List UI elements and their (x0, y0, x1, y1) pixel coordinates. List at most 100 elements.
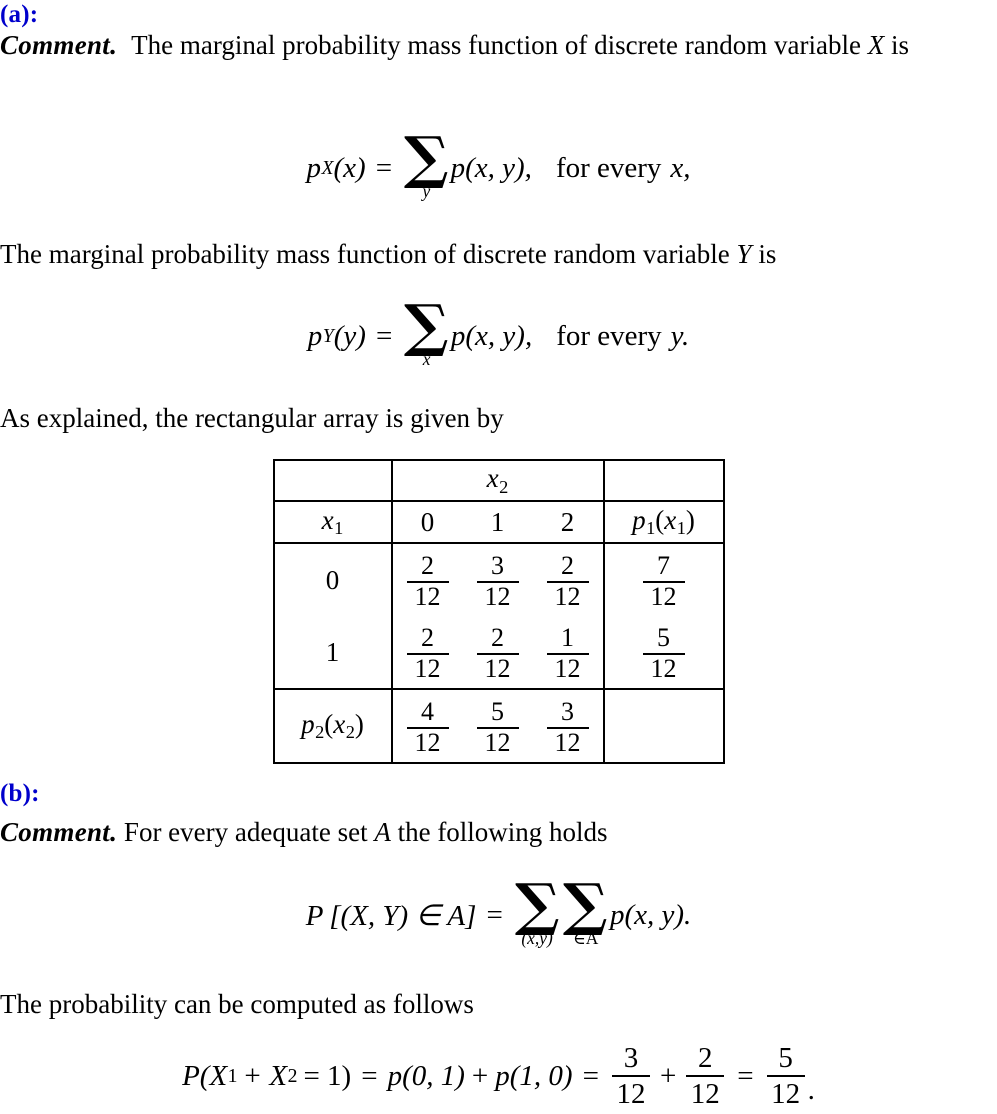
cell-footer-c1: 5 12 (462, 688, 533, 764)
numerator: 7 (657, 550, 670, 580)
cell-column-header-1: 1 (462, 500, 533, 543)
eq4-lhs-plus: + X (242, 1059, 288, 1092)
eq1-condition-var: x, (670, 151, 691, 184)
section-a-line-3: As explained, the rectangular array is g… (0, 400, 997, 437)
denominator: 12 (484, 581, 511, 611)
section-a-line-3-text: As explained, the rectangular array is g… (0, 403, 504, 433)
eq3-equals: = (486, 898, 503, 931)
numerator: 5 (778, 1041, 793, 1074)
table-footer-row: p2(x2) 4 12 5 12 3 12 (272, 688, 725, 764)
cell-value-r1c1: 2 12 (463, 616, 533, 689)
numerator: 2 (561, 550, 574, 580)
eq1-summand: p(x, y), (450, 151, 532, 184)
cell-corner-top-left (272, 459, 392, 501)
section-b-label: (b): (0, 781, 40, 806)
eq2-condition-var: y. (670, 319, 690, 352)
cell-header-x1: x1 (272, 500, 392, 543)
eq1-p: p (306, 151, 321, 184)
eq4-term-1: p(0, 1) (387, 1059, 465, 1092)
variable-X: X (867, 30, 885, 60)
denominator: 12 (554, 581, 581, 611)
equation-probability-set-A: P [(X, Y) ∈ A] = ∑ (x,y) ∑ ∈A p(x, y). (0, 876, 997, 954)
numerator: 3 (623, 1041, 639, 1074)
eq4-fraction-2: 2 12 (686, 1042, 725, 1109)
section-b-intro-text: For every adequate set (123, 817, 368, 847)
eq3-summation-outer: ∑ (x,y) (515, 876, 560, 948)
eq1-condition: for every (555, 151, 662, 184)
section-a-label-text: (a): (0, 1, 39, 28)
cell-value-r1c0: 2 12 (390, 616, 463, 689)
eq3-summand: p(x, y). (609, 898, 692, 931)
eq4-period: . (807, 1074, 815, 1107)
numerator: 3 (561, 696, 574, 726)
cell-footer-label-p2: p2(x2) (272, 688, 392, 764)
header-x1-subscript: 1 (334, 518, 344, 539)
cell-value-r0c2: 2 12 (532, 542, 604, 616)
eq2-argument: (y) (333, 319, 366, 352)
section-b-line-after: The probability can be computed as follo… (0, 986, 997, 1023)
cell-header-x2: x2 (390, 459, 604, 501)
eq4-plus-1: + (471, 1059, 489, 1092)
cell-column-header-2: 2 (532, 500, 604, 543)
footer-p2-arg-subscript: 2 (345, 722, 355, 743)
fraction-bar (611, 1075, 650, 1077)
denominator: 12 (771, 1078, 801, 1110)
eq1-argument: (x) (333, 151, 366, 184)
cell-footer-c0: 4 12 (390, 688, 463, 764)
eq4-fraction-3: 5 12 (766, 1041, 805, 1110)
table-header-row-values: x1 0 1 2 p1(x1) (272, 500, 725, 543)
denominator: 12 (650, 581, 677, 611)
eq4-plus-2: + (659, 1059, 677, 1092)
cell-row-label-0: 0 (272, 542, 392, 616)
denominator: 12 (650, 653, 677, 683)
eq2-p-subscript: Y (322, 324, 334, 347)
eq2-p: p (307, 319, 323, 352)
numerator: 1 (561, 622, 574, 652)
eq4-equals-3: = (737, 1059, 754, 1092)
footer-p2-arg: x (333, 708, 346, 739)
header-p1-arg: x (664, 504, 677, 535)
footer-p2-label: p (301, 708, 315, 739)
sigma-icon: ∑ (403, 124, 449, 191)
numerator: 3 (491, 550, 504, 580)
header-x2-subscript: 2 (499, 476, 509, 497)
section-a-intro-text-end: is (890, 30, 909, 60)
document-page: (a): Comment. The marginal probability ma… (0, 0, 997, 1114)
eq2-summand: p(x, y), (450, 319, 533, 352)
eq4-equals-1: = (361, 1059, 378, 1092)
denominator: 12 (484, 727, 511, 757)
eq4-equals-2: = (582, 1059, 599, 1092)
numerator: 4 (421, 696, 434, 726)
joint-pmf-table: x2 x1 0 1 2 p1(x1) 0 2 12 3 12 2 12 7 12… (272, 459, 725, 764)
fraction-bar (766, 1075, 805, 1077)
cell-value-r0c0: 2 12 (390, 542, 463, 616)
denominator: 12 (414, 727, 441, 757)
cell-footer-c2: 3 12 (532, 688, 604, 764)
denominator: 12 (414, 653, 441, 683)
eq4-fraction-1: 3 12 (611, 1041, 650, 1110)
section-a-line-2-end: is (758, 239, 777, 269)
eq3-lhs: P [(X, Y) ∈ A] (305, 899, 477, 932)
section-a-intro-paragraph: Comment. The marginal probability mass fu… (0, 27, 997, 64)
footer-p2-subscript: 2 (315, 722, 325, 743)
joint-pmf-table-wrap: x2 x1 0 1 2 p1(x1) 0 2 12 3 12 2 12 7 12… (0, 459, 997, 764)
denominator: 12 (554, 653, 581, 683)
eq4-lhs-sub2: 2 (287, 1064, 298, 1087)
numerator: 2 (421, 622, 434, 652)
comment-lead-a: Comment. (0, 30, 118, 60)
eq1-p-subscript: X (321, 156, 334, 179)
eq2-equals: = (375, 319, 393, 352)
eq3-summation-inner: ∑ ∈A (563, 871, 609, 948)
sigma-icon: ∑ (563, 871, 609, 938)
cell-column-header-0: 0 (390, 500, 463, 543)
eq1-summation: ∑ y (403, 124, 449, 201)
cell-marginal-r0: 7 12 (602, 542, 725, 616)
cell-value-r0c1: 3 12 (462, 542, 533, 616)
equation-marginal-x: p X (x) = ∑ y p(x, y), for every x, (0, 124, 997, 204)
header-x2-label: x (486, 463, 499, 494)
section-a-line-2-text: The marginal probability mass function o… (0, 239, 730, 269)
denominator: 12 (616, 1078, 646, 1110)
section-a-line-2: The marginal probability mass function o… (0, 236, 997, 273)
equation-final-computation: P(X 1 + X2 = 1) = p(0, 1) + p(1, 0) = 3 1… (0, 1038, 997, 1114)
cell-marginal-r1: 5 12 (602, 616, 725, 689)
